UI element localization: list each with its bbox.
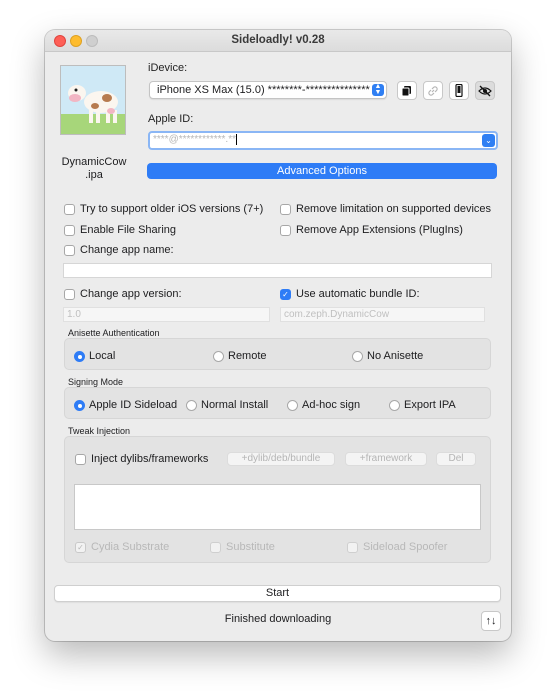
change-name-label: Change app name: — [80, 244, 174, 256]
remove-extensions-checkbox[interactable]: Remove App Extensions (PlugIns) — [280, 224, 463, 236]
spoofer-checkbox: Sideload Spoofer — [347, 541, 447, 553]
idevice-select[interactable]: iPhone XS Max (15.0) ********-**********… — [149, 81, 387, 99]
radio-dot[interactable] — [213, 350, 224, 362]
idevice-selected: iPhone XS Max (15.0) ********-**********… — [157, 84, 370, 96]
older-ios-checkbox[interactable]: Try to support older iOS versions (7+) — [64, 203, 263, 215]
anisette-none-label: No Anisette — [367, 350, 424, 362]
auto-bundle-checkbox[interactable]: ✓ Use automatic bundle ID: — [280, 288, 420, 300]
signing-adhoc-radio[interactable]: Ad-hoc sign — [287, 399, 360, 411]
signing-appleid-radio[interactable]: Apple ID Sideload — [74, 399, 177, 411]
older-ios-label: Try to support older iOS versions (7+) — [80, 203, 264, 215]
ipa-name: DynamicCow .ipa — [61, 156, 127, 181]
advanced-options-button[interactable]: Advanced Options — [147, 163, 497, 179]
checkbox-box[interactable] — [64, 203, 75, 215]
sideloadly-window: Sideloadly! v0.28 DynamicCow .ipa iDevic… — [45, 30, 511, 641]
remove-extensions-label: Remove App Extensions (PlugIns) — [296, 224, 463, 236]
inject-label: Inject dylibs/frameworks — [91, 453, 209, 465]
spoofer-label: Sideload Spoofer — [363, 541, 448, 553]
radio-dot[interactable] — [352, 350, 363, 362]
checkbox-box[interactable] — [75, 453, 86, 465]
apple-id-input[interactable]: ****@************.** ⌄ — [148, 131, 498, 150]
radio-dot[interactable] — [74, 350, 85, 362]
anisette-group — [64, 338, 491, 370]
checkbox-box — [347, 541, 358, 553]
toggle-log-button[interactable]: ↑↓ — [481, 611, 501, 631]
eye-slash-icon[interactable] — [475, 81, 495, 100]
substitute-checkbox: Substitute — [210, 541, 275, 553]
anisette-none-radio[interactable]: No Anisette — [352, 350, 423, 362]
idevice-label: iDevice: — [148, 62, 188, 74]
app-name-input[interactable] — [63, 263, 492, 278]
signing-export-label: Export IPA — [404, 399, 456, 411]
tweak-label: Tweak Injection — [68, 426, 131, 436]
anisette-label: Anisette Authentication — [68, 328, 160, 338]
window-title: Sideloadly! v0.28 — [231, 34, 325, 46]
signing-normal-radio[interactable]: Normal Install — [186, 399, 268, 411]
bundle-id-input: com.zeph.DynamicCow — [280, 307, 485, 322]
remove-limitation-checkbox[interactable]: Remove limitation on supported devices — [280, 203, 491, 215]
copy-icon[interactable] — [397, 81, 417, 100]
checkbox-box[interactable] — [64, 224, 75, 236]
radio-dot[interactable] — [287, 399, 298, 411]
tweak-list[interactable] — [74, 484, 481, 530]
signing-export-radio[interactable]: Export IPA — [389, 399, 456, 411]
signing-appleid-label: Apple ID Sideload — [89, 399, 178, 411]
radio-dot[interactable] — [186, 399, 197, 411]
text-caret — [235, 134, 237, 145]
remove-limitation-label: Remove limitation on supported devices — [296, 203, 492, 215]
anisette-remote-radio[interactable]: Remote — [213, 350, 267, 362]
delete-button[interactable]: Del — [436, 452, 476, 466]
checkbox-box[interactable] — [64, 288, 75, 300]
app-version-input: 1.0 — [63, 307, 270, 322]
change-version-checkbox[interactable]: Change app version: — [64, 288, 182, 300]
signing-label: Signing Mode — [68, 377, 124, 387]
chevron-down-icon[interactable]: ⌄ — [482, 134, 495, 147]
signing-normal-label: Normal Install — [201, 399, 269, 411]
change-name-checkbox[interactable]: Change app name: — [64, 244, 174, 256]
status-text: Finished downloading — [224, 613, 332, 625]
anisette-local-radio[interactable]: Local — [74, 350, 115, 362]
change-version-label: Change app version: — [80, 288, 182, 300]
checkbox-box[interactable] — [280, 203, 291, 215]
add-dylib-button[interactable]: +dylib/deb/bundle — [227, 452, 335, 466]
start-button[interactable]: Start — [54, 585, 501, 602]
auto-bundle-label: Use automatic bundle ID: — [296, 288, 420, 300]
cydia-checkbox: ✓ Cydia Substrate — [75, 541, 169, 553]
chevron-updown-icon: ▲ ▼ — [372, 83, 384, 96]
link-icon[interactable] — [423, 81, 443, 100]
apple-id-label: Apple ID: — [148, 113, 194, 125]
inject-checkbox[interactable]: Inject dylibs/frameworks — [75, 453, 208, 465]
file-sharing-checkbox[interactable]: Enable File Sharing — [64, 224, 176, 236]
substitute-label: Substitute — [226, 541, 275, 553]
checkmark-icon: ✓ — [75, 541, 86, 553]
cow-app-icon[interactable] — [60, 65, 126, 135]
signing-adhoc-label: Ad-hoc sign — [302, 399, 361, 411]
checkbox-box[interactable] — [280, 224, 291, 236]
phone-icon[interactable] — [449, 81, 469, 100]
checkbox-box — [210, 541, 221, 553]
radio-dot[interactable] — [389, 399, 400, 411]
add-framework-button[interactable]: +framework — [345, 452, 427, 466]
anisette-local-label: Local — [89, 350, 116, 362]
checkbox-box[interactable] — [64, 244, 75, 256]
file-sharing-label: Enable File Sharing — [80, 224, 177, 236]
cydia-label: Cydia Substrate — [91, 541, 170, 553]
title-bar: Sideloadly! v0.28 — [45, 30, 511, 52]
checkmark-icon[interactable]: ✓ — [280, 288, 291, 300]
anisette-remote-label: Remote — [228, 350, 267, 362]
apple-id-value: ****@************.** — [153, 134, 236, 146]
radio-dot[interactable] — [74, 399, 85, 411]
